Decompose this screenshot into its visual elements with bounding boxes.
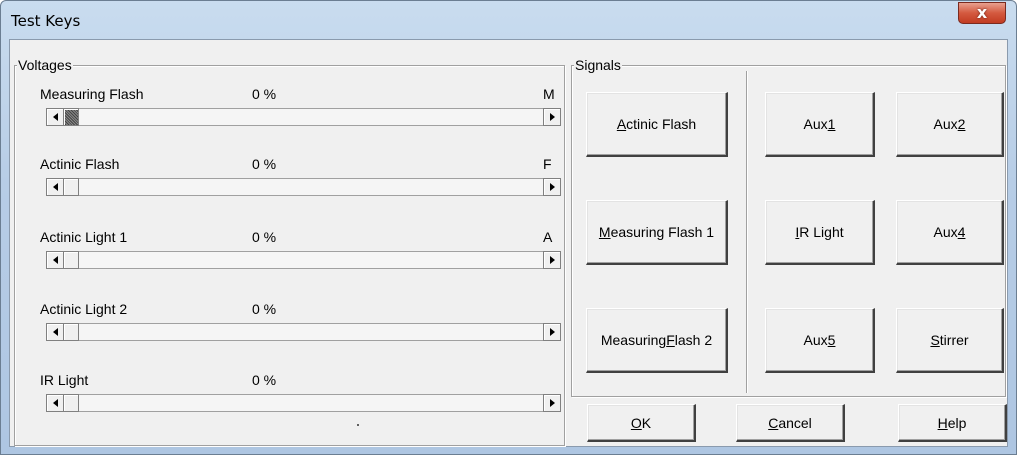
stray-dot [357,424,359,426]
btn-text-post: R Light [799,224,844,240]
btn-text-post: ancel [778,414,812,431]
arrow-left-icon [52,113,58,121]
actinic-flash-button[interactable]: Actinic Flash [586,92,728,157]
btn-text-post: ctinic Flash [626,116,697,132]
measuring-flash-value: 0 % [252,86,277,102]
arrow-right-icon [549,399,555,407]
scroll-right-button[interactable] [543,251,561,269]
voltages-group: Voltages Measuring Flash 0 % M Actinic F… [14,57,565,446]
test-keys-window: Test Keys x Voltages Measuring Flash 0 %… [0,0,1017,455]
actinic-light-2-label: Actinic Light 2 [40,301,128,317]
slider-thumb[interactable] [63,394,79,412]
arrow-left-icon [52,328,58,336]
btn-accel: 5 [827,332,836,348]
btn-accel: 4 [957,224,966,240]
measuring-flash-2-button[interactable]: Measuring Flash 2 [586,308,728,373]
scroll-right-button[interactable] [543,323,561,341]
voltages-group-label: Voltages [17,57,73,73]
btn-accel: F [666,332,675,348]
arrow-right-icon [549,183,555,191]
ok-button[interactable]: OK [587,404,696,442]
ir-light-value: 0 % [252,372,277,388]
actinic-flash-slider[interactable] [46,178,561,196]
btn-accel: C [768,414,779,431]
slider-thumb[interactable] [63,108,79,126]
actinic-light-1-value: 0 % [252,229,277,245]
ir-light-button[interactable]: IR Light [765,200,875,265]
stirrer-button[interactable]: Stirrer [896,308,1004,373]
scroll-right-button[interactable] [543,394,561,412]
arrow-left-icon [52,183,58,191]
actinic-light-1-label: Actinic Light 1 [40,229,128,245]
slider-thumb[interactable] [63,178,79,196]
actinic-flash-label: Actinic Flash [40,156,120,172]
close-button[interactable]: x [958,2,1006,24]
signals-group-label: Signals [574,57,622,73]
close-icon: x [976,3,988,22]
btn-text-post: tirrer [939,332,969,348]
window-title: Test Keys [11,12,81,30]
slider-thumb[interactable] [63,251,79,269]
cancel-button[interactable]: Cancel [736,404,845,442]
scroll-right-button[interactable] [543,178,561,196]
btn-text-pre: Aux [933,116,958,132]
actinic-flash-tag: F [543,156,552,172]
actinic-flash-value: 0 % [252,156,277,172]
btn-accel: S [930,332,940,348]
btn-text-post: lash 2 [674,332,713,348]
arrow-right-icon [549,328,555,336]
actinic-light-1-tag: A [543,229,553,245]
scroll-left-button[interactable] [46,178,64,196]
btn-accel: M [598,224,611,240]
signals-group: Signals Actinic Flash Measuring Flash 1 … [571,57,1006,397]
btn-accel: A [616,116,627,132]
ir-light-slider[interactable] [46,394,561,412]
scroll-right-button[interactable] [543,108,561,126]
btn-text-pre: Aux [803,116,828,132]
btn-accel: H [937,414,948,431]
aux-1-button[interactable]: Aux 1 [765,92,875,157]
actinic-light-2-value: 0 % [252,301,277,317]
btn-accel: 2 [957,116,966,132]
measuring-flash-tag: M [543,86,555,102]
arrow-right-icon [549,256,555,264]
btn-text-pre: Aux [933,224,958,240]
btn-accel: O [630,414,642,431]
aux-5-button[interactable]: Aux 5 [765,308,875,373]
signals-divider [746,71,748,393]
scroll-left-button[interactable] [46,251,64,269]
measuring-flash-1-button[interactable]: Measuring Flash 1 [586,200,728,265]
help-button[interactable]: Help [898,404,1007,442]
btn-text-pre: Measuring [600,332,667,348]
scroll-left-button[interactable] [46,323,64,341]
btn-text-pre: Aux [803,332,828,348]
scroll-left-button[interactable] [46,394,64,412]
ir-light-label: IR Light [40,372,89,388]
btn-text-post: K [641,414,652,431]
aux-2-button[interactable]: Aux 2 [896,92,1004,157]
measuring-flash-label: Measuring Flash [40,86,144,102]
actinic-light-2-slider[interactable] [46,323,561,341]
slider-thumb[interactable] [63,323,79,341]
title-bar[interactable]: Test Keys x [1,1,1016,39]
arrow-left-icon [52,399,58,407]
actinic-light-1-slider[interactable] [46,251,561,269]
btn-text-post: elp [947,414,967,431]
btn-accel: 1 [827,116,836,132]
btn-text-post: easuring Flash 1 [610,224,715,240]
dialog-client-area: Voltages Measuring Flash 0 % M Actinic F… [9,39,1008,447]
aux-4-button[interactable]: Aux 4 [896,200,1004,265]
measuring-flash-slider[interactable] [46,108,561,126]
arrow-right-icon [549,113,555,121]
arrow-left-icon [52,256,58,264]
scroll-left-button[interactable] [46,108,64,126]
